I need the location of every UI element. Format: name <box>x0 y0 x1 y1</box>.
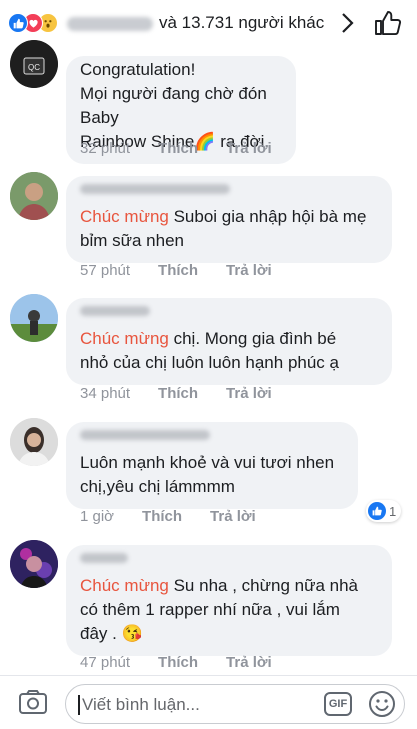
gif-icon[interactable]: GIF <box>324 692 352 716</box>
avatar[interactable] <box>10 540 58 588</box>
comment-text: Chúc mừng Suboi gia nhập hội bà mẹ bỉm s… <box>80 205 378 253</box>
like-button[interactable]: Thích <box>158 140 198 157</box>
like-button[interactable]: Thích <box>158 385 198 402</box>
comment-actions: 57 phút Thích Trả lời <box>80 262 300 279</box>
comment-bubble[interactable]: Chúc mừng Suboi gia nhập hội bà mẹ bỉm s… <box>66 176 392 263</box>
reactors-summary[interactable]: và 13.731 người khác <box>67 13 324 33</box>
avatar[interactable] <box>10 418 58 466</box>
comment-input-placeholder: Viết bình luận... <box>82 695 200 714</box>
avatar[interactable] <box>10 172 58 220</box>
reactors-count-label: và 13.731 người khác <box>159 13 325 32</box>
like-button[interactable]: Thích <box>158 654 198 671</box>
comment-actions: 32 phút Thích Trả lời <box>80 140 300 157</box>
reply-button[interactable]: Trả lời <box>226 654 272 671</box>
reply-button[interactable]: Trả lời <box>226 262 272 279</box>
reply-button[interactable]: Trả lời <box>210 508 256 525</box>
comment-author[interactable] <box>80 184 230 194</box>
reaction-summary[interactable] <box>8 13 58 33</box>
comment-reaction-count[interactable]: 1 <box>366 500 402 522</box>
camera-icon[interactable] <box>18 688 48 716</box>
chevron-right-icon[interactable] <box>340 12 354 40</box>
comment-text: Chúc mừng chị. Mong gia đình bé nhỏ của … <box>80 327 378 375</box>
reply-button[interactable]: Trả lời <box>226 140 272 157</box>
comment-actions: 47 phút Thích Trả lời <box>80 654 300 671</box>
comment-text: Chúc mừng Su nha , chừng nữa nhà có thêm… <box>80 574 378 646</box>
comment-time: 34 phút <box>80 385 131 402</box>
comment-time: 1 giờ <box>80 508 115 525</box>
comment-tag: Chúc mừng <box>80 576 169 595</box>
reaction-count-label: 1 <box>389 503 397 519</box>
comment-author[interactable] <box>80 553 128 563</box>
comment-author[interactable] <box>80 306 150 316</box>
comment-body: Congratulation! Mọi người đang chờ đón B… <box>80 60 270 151</box>
comment-composer: Viết bình luận... GIF <box>0 675 417 729</box>
comment-time: 47 phút <box>80 654 131 671</box>
comment-author[interactable] <box>80 430 210 440</box>
blurred-reactor-name <box>67 16 153 31</box>
comment-actions: 34 phút Thích Trả lời <box>80 385 300 402</box>
comment-tag: Chúc mừng <box>80 329 169 348</box>
avatar[interactable]: QC <box>10 40 58 88</box>
like-reaction-icon <box>8 13 28 33</box>
svg-text:QC: QC <box>28 63 40 72</box>
comment-input[interactable]: Viết bình luận... GIF <box>65 684 405 724</box>
like-button[interactable]: Thích <box>158 262 198 279</box>
comment-text: Luôn mạnh khoẻ và vui tươi nhen chị,yêu … <box>80 451 344 499</box>
comment-time: 57 phút <box>80 262 131 279</box>
reactions-header[interactable]: và 13.731 người khác <box>0 0 417 46</box>
comment-bubble[interactable]: Luôn mạnh khoẻ và vui tươi nhen chị,yêu … <box>66 422 358 509</box>
avatar[interactable] <box>10 294 58 342</box>
emoji-icon[interactable] <box>368 690 396 718</box>
comment-time: 32 phút <box>80 140 131 157</box>
comment-actions: 1 giờ Thích Trả lời <box>80 508 284 525</box>
comment-body: Luôn mạnh khoẻ và vui tươi nhen chị,yêu … <box>80 453 335 496</box>
thumbs-up-icon[interactable] <box>374 10 402 36</box>
reply-button[interactable]: Trả lời <box>226 385 272 402</box>
comment-bubble[interactable]: Chúc mừng Su nha , chừng nữa nhà có thêm… <box>66 545 392 656</box>
comment-bubble[interactable]: Chúc mừng chị. Mong gia đình bé nhỏ của … <box>66 298 392 385</box>
comment-tag: Chúc mừng <box>80 207 169 226</box>
like-reaction-icon <box>368 502 386 520</box>
like-button[interactable]: Thích <box>142 508 182 525</box>
text-caret <box>78 695 80 715</box>
